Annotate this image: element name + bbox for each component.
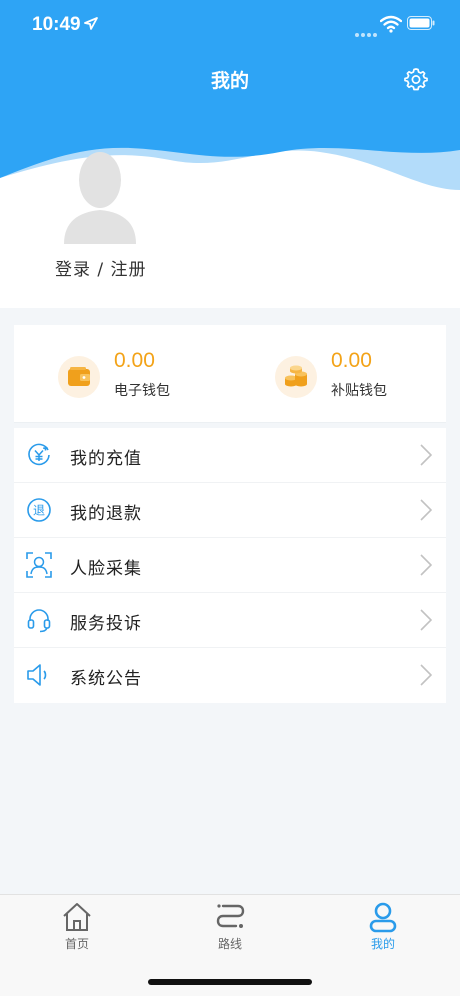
tab-route-label: 路线: [217, 937, 242, 951]
wallet-icon: [68, 367, 90, 386]
home-indicator[interactable]: [148, 979, 312, 985]
subsidy-wallet-amount: 0.00: [331, 349, 372, 372]
menu-label-refund: 我的退款: [70, 504, 142, 524]
profile-header: 10:49 我的 登录 / 注册: [0, 0, 460, 308]
recharge-icon: [28, 443, 50, 466]
menu-label-complaint: 服务投诉: [70, 614, 142, 634]
menu-label-recharge: 我的充值: [70, 449, 142, 469]
battery-icon: [407, 16, 435, 30]
menu-list: 我的充值 退 我的退款 人脸采集 服务投诉 系统公告: [14, 428, 446, 703]
chevron-right-icon: [420, 444, 432, 466]
e-wallet-amount: 0.00: [114, 349, 155, 372]
login-register-link[interactable]: 登录 / 注册: [55, 255, 147, 280]
home-icon: [63, 903, 91, 931]
e-wallet-label: 电子钱包: [114, 383, 170, 399]
gear-icon[interactable]: [404, 67, 428, 91]
chevron-right-icon: [420, 499, 432, 521]
coins-icon-bg: [275, 356, 317, 398]
wallet-card: 0.00 电子钱包 0.00 补贴钱包: [14, 325, 446, 423]
page-title: 我的: [210, 70, 249, 92]
coins-icon: [285, 365, 307, 387]
menu-item-face-capture[interactable]: 人脸采集: [14, 538, 446, 593]
menu-label-face-capture: 人脸采集: [70, 559, 142, 579]
user-icon: [369, 902, 397, 933]
menu-item-complaint[interactable]: 服务投诉: [14, 593, 446, 648]
location-arrow-icon: [84, 17, 98, 30]
chevron-right-icon: [420, 554, 432, 576]
menu-label-announcement: 系统公告: [70, 669, 142, 689]
face-scan-icon: [26, 552, 52, 578]
chevron-right-icon: [420, 609, 432, 631]
wifi-icon: [380, 15, 402, 33]
avatar[interactable]: [62, 150, 138, 244]
headset-icon: [27, 609, 51, 633]
menu-item-refund[interactable]: 退 我的退款: [14, 483, 446, 538]
menu-item-recharge[interactable]: 我的充值: [14, 428, 446, 483]
status-bar: 10:49: [0, 0, 460, 50]
signal-dots-icon: [355, 22, 379, 41]
refund-icon: 退: [27, 498, 51, 522]
menu-item-announcement[interactable]: 系统公告: [14, 648, 446, 703]
tab-mine-label: 我的: [370, 937, 395, 951]
speaker-icon: [27, 664, 47, 686]
tab-mine[interactable]: 我的: [343, 901, 423, 961]
tab-home-label: 首页: [64, 937, 89, 951]
tab-route[interactable]: 路线: [190, 901, 270, 961]
tab-home[interactable]: 首页: [37, 901, 117, 961]
route-icon: [216, 904, 245, 928]
wallet-icon-bg: [58, 356, 100, 398]
subsidy-wallet-label: 补贴钱包: [331, 383, 387, 399]
svg-text:退: 退: [33, 504, 45, 518]
status-time: 10:49: [32, 14, 81, 35]
chevron-right-icon: [420, 664, 432, 686]
